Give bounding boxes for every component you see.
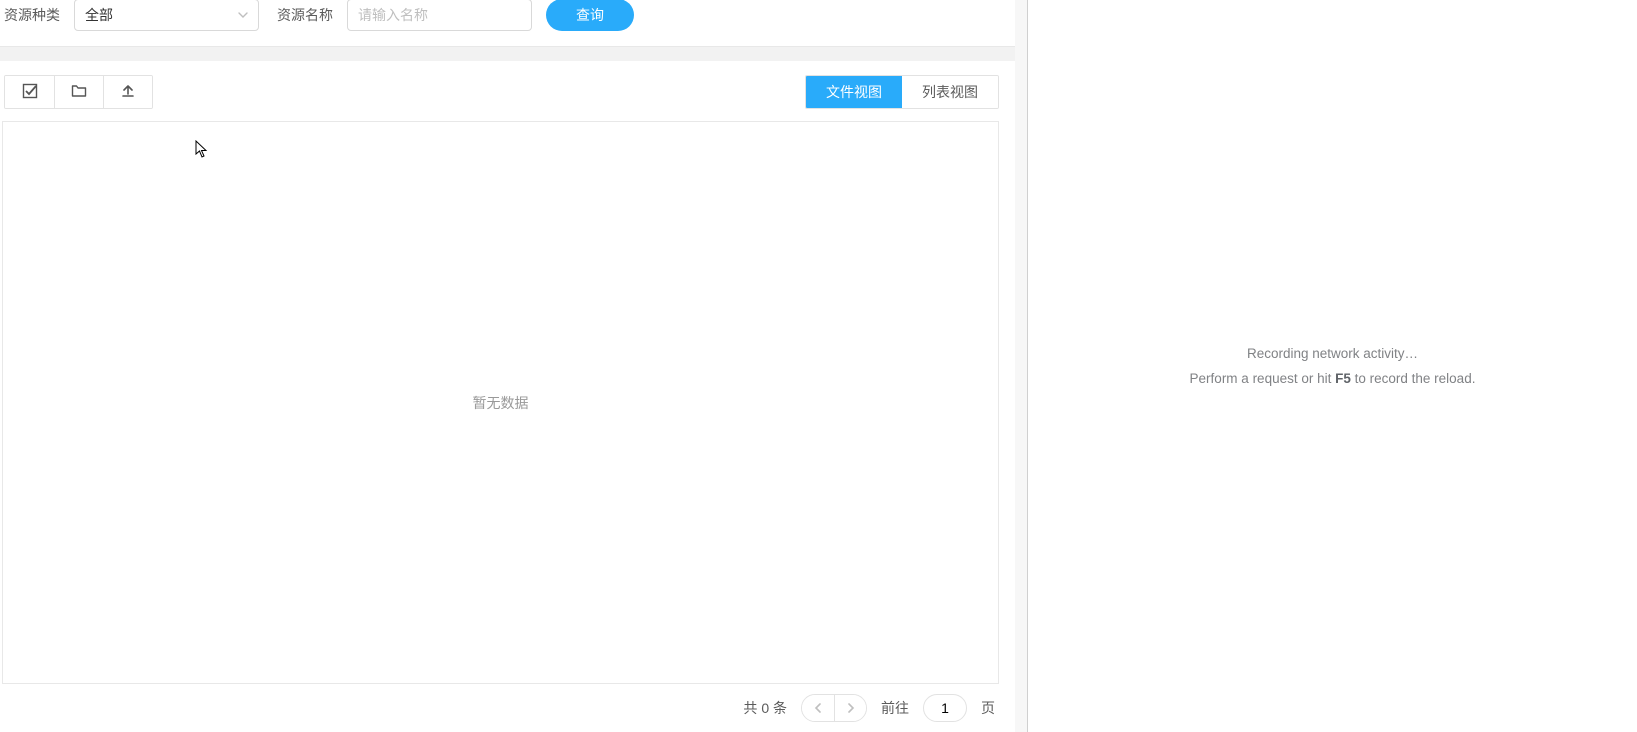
pager-total: 共 0 条 bbox=[743, 698, 787, 718]
check-square-icon bbox=[22, 83, 38, 102]
pager-page-suffix: 页 bbox=[981, 698, 995, 718]
devtools-hotkey: F5 bbox=[1335, 371, 1351, 386]
content-card: 文件视图 列表视图 暂无数据 共 0 条 bbox=[0, 61, 1015, 732]
pager-arrows bbox=[801, 694, 867, 722]
devtools-recording-text: Recording network activity… bbox=[1247, 346, 1418, 361]
file-view-tab[interactable]: 文件视图 bbox=[806, 76, 902, 108]
resource-type-label: 资源种类 bbox=[0, 5, 60, 25]
chevron-left-icon bbox=[814, 701, 822, 716]
devtools-network-panel: Recording network activity… Perform a re… bbox=[1027, 0, 1637, 732]
query-button[interactable]: 查询 bbox=[546, 0, 634, 31]
search-bar: 资源种类 全部 资源名称 查询 bbox=[0, 0, 1015, 47]
data-area: 暂无数据 bbox=[2, 121, 999, 684]
scrollbar-gutter bbox=[1015, 0, 1027, 732]
view-toggle: 文件视图 列表视图 bbox=[805, 75, 999, 109]
select-all-button[interactable] bbox=[5, 76, 54, 108]
empty-placeholder: 暂无数据 bbox=[473, 393, 529, 413]
pager-next-button[interactable] bbox=[834, 695, 866, 721]
action-icon-group bbox=[4, 75, 153, 109]
app-panel: 资源种类 全部 资源名称 查询 bbox=[0, 0, 1015, 732]
folder-icon bbox=[71, 83, 87, 102]
resource-type-value: 全部 bbox=[85, 5, 238, 25]
upload-button[interactable] bbox=[103, 76, 152, 108]
devtools-hint-text: Perform a request or hit F5 to record th… bbox=[1190, 371, 1476, 386]
resource-name-input[interactable] bbox=[347, 0, 532, 31]
toolbar-row: 文件视图 列表视图 bbox=[2, 75, 999, 109]
resource-type-select[interactable]: 全部 bbox=[74, 0, 259, 31]
resource-name-label: 资源名称 bbox=[273, 5, 333, 25]
pager-goto-label: 前往 bbox=[881, 698, 909, 718]
pager: 共 0 条 前往 页 bbox=[2, 684, 999, 732]
list-view-tab[interactable]: 列表视图 bbox=[902, 76, 998, 108]
pager-goto-input[interactable] bbox=[923, 694, 967, 722]
upload-icon bbox=[120, 83, 136, 102]
chevron-down-icon bbox=[238, 10, 248, 20]
pager-prev-button[interactable] bbox=[802, 695, 834, 721]
chevron-right-icon bbox=[847, 701, 855, 716]
folder-button[interactable] bbox=[54, 76, 103, 108]
